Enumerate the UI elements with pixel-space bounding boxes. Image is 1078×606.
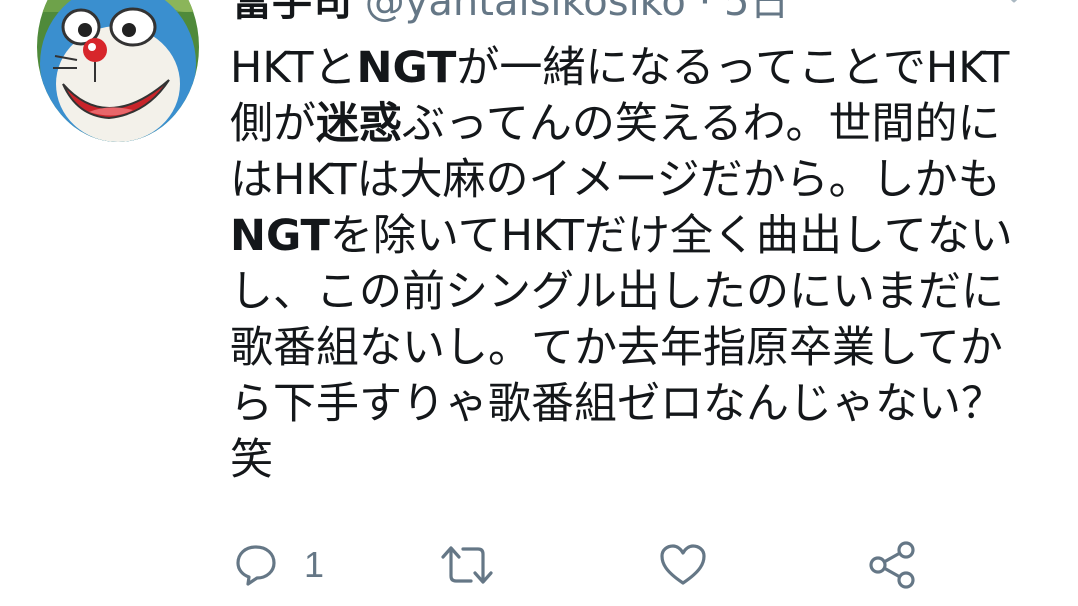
tweet-text-line: ら下手すりゃ歌番組ゼロなんじゃない？ (230, 376, 1050, 432)
separator-dot: · (698, 0, 712, 25)
tweet-text-line: し、この前シングル出したのにいまだに (230, 264, 1050, 320)
tweet-text-bold-segment: NGT (356, 43, 457, 93)
doraemon-avatar-image (37, 0, 199, 142)
tweet-text: HKTとNGTが一緒になるってことでHKT 側が迷惑ぶってんの笑えるわ。世間的には… (230, 40, 1050, 488)
tweet-text-line: NGTを除いてHKTだけ全く曲出してない (230, 208, 1050, 264)
chevron-down-icon[interactable] (1000, 0, 1028, 6)
tweet-text-segment: を除いてHKTだけ全く曲出してない (329, 211, 1013, 261)
like-icon (660, 544, 706, 585)
tweet-text-line: 側が迷惑ぶってんの笑えるわ。世間的に (230, 96, 1050, 152)
tweet-text-segment: ら下手すりゃ歌番組ゼロなんじゃない？ (230, 379, 1004, 429)
reply-count: 1 (304, 544, 325, 585)
tweet-text-bold-segment: NGT (230, 211, 330, 261)
reply-icon (236, 545, 276, 586)
like-button[interactable] (659, 535, 707, 595)
reply-button[interactable]: 1 (234, 535, 324, 595)
tweet-text-segment: 歌番組ないし。てか去年指原卒業してか (230, 323, 1003, 373)
tweet-text-segment: し、この前シングル出したのにいまだに (230, 267, 1004, 317)
tweet-header: 富手司 @yantaisikosiko · 5日 (232, 0, 790, 26)
retweet-button[interactable] (437, 535, 497, 595)
tweet-text-bold-segment: 迷惑 (316, 99, 402, 149)
user-handle[interactable]: @yantaisikosiko (365, 0, 686, 25)
share-button[interactable] (868, 535, 916, 595)
tweet-text-segment: HKTと (230, 43, 357, 93)
retweet-icon (441, 546, 493, 584)
tweet-text-line: 笑 (230, 432, 1050, 488)
tweet-actions: 1 (0, 535, 1078, 595)
display-name[interactable]: 富手司 (232, 0, 352, 25)
tweet-text-line: HKTとNGTが一緒になるってことでHKT (230, 40, 1050, 96)
tweet-text-segment: 側が (230, 99, 316, 149)
tweet-text-segment: ぶってんの笑えるわ。世間的に (402, 99, 1001, 149)
tweet-text-segment: が一緒になるってことでHKT (456, 43, 1010, 93)
timestamp[interactable]: 5日 (724, 0, 789, 25)
avatar[interactable] (37, 0, 199, 142)
tweet-text-line: 歌番組ないし。てか去年指原卒業してか (230, 320, 1050, 376)
tweet-text-segment: 笑 (230, 435, 273, 485)
tweet-text-segment: はHKTは大麻のイメージだから。しかも (230, 155, 1001, 205)
tweet: 富手司 @yantaisikosiko · 5日 HKTとNGTが一緒になるって… (0, 0, 1078, 606)
share-icon (869, 541, 915, 589)
tweet-text-line: はHKTは大麻のイメージだから。しかも (230, 152, 1050, 208)
